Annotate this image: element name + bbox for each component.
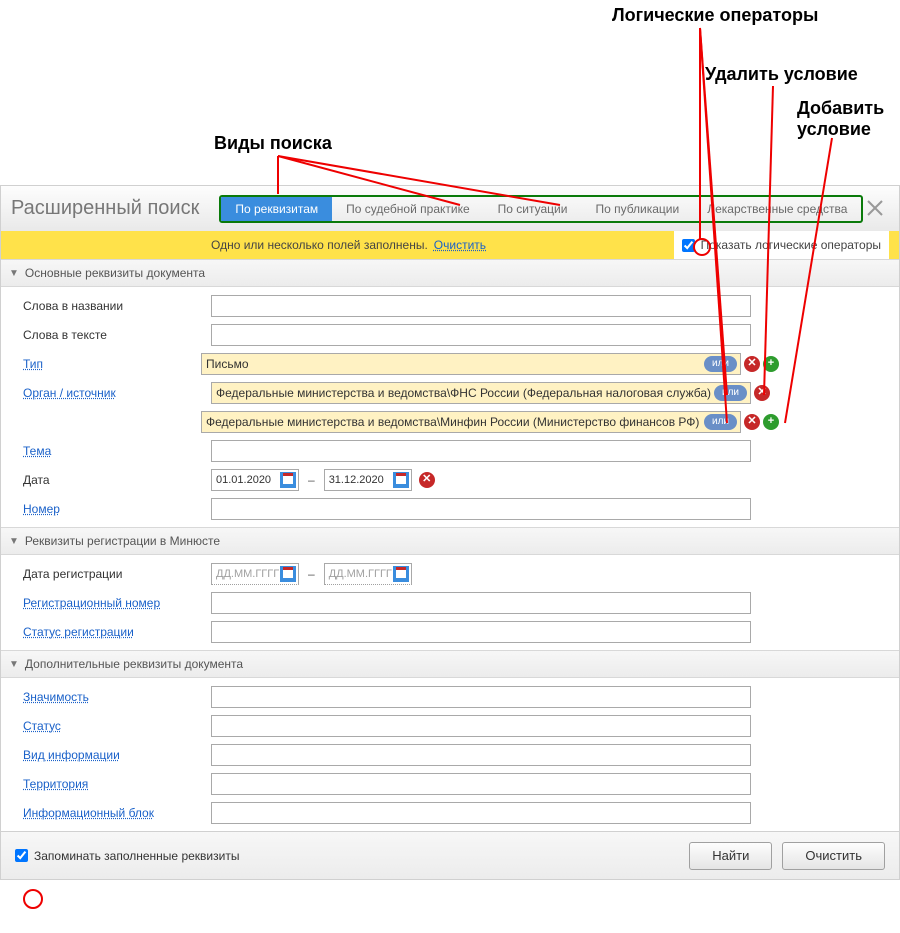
label-number[interactable]: Номер [1, 502, 211, 516]
notice-clear-link[interactable]: Очистить [434, 238, 486, 252]
label-words-title: Слова в названии [1, 299, 211, 313]
input-number[interactable] [211, 498, 751, 520]
collapse-icon: ▼ [9, 268, 19, 279]
annotation-logical-operators: Логические операторы [612, 5, 818, 26]
input-organ-2[interactable]: Федеральные министерства и ведомства\Мин… [201, 411, 741, 433]
section-registration[interactable]: ▼ Реквизиты регистрации в Минюсте [1, 527, 899, 555]
tab-situation[interactable]: По ситуации [484, 197, 582, 221]
label-status[interactable]: Статус [1, 719, 211, 733]
panel-footer: Запоминать заполненные реквизиты Найти О… [1, 831, 899, 879]
section-extra[interactable]: ▼ Дополнительные реквизиты документа [1, 650, 899, 678]
calendar-icon [280, 566, 296, 582]
or-badge[interactable]: или [714, 385, 747, 401]
close-button[interactable] [863, 196, 887, 220]
panel-header: Расширенный поиск По реквизитам По судеб… [1, 186, 899, 231]
input-reg-status[interactable] [211, 621, 751, 643]
show-logical-operators-label: Показать логические операторы [701, 238, 881, 252]
input-organ-1[interactable]: Федеральные министерства и ведомства\ФНС… [211, 382, 751, 404]
input-words-text[interactable] [211, 324, 751, 346]
dash: – [308, 473, 315, 487]
date-from[interactable]: 01.01.2020 [211, 469, 299, 491]
dash: – [308, 567, 315, 581]
find-button[interactable]: Найти [689, 842, 772, 870]
label-organ[interactable]: Орган / источник [1, 386, 211, 400]
input-info-type[interactable] [211, 744, 751, 766]
calendar-icon [393, 472, 409, 488]
advanced-search-panel: Расширенный поиск По реквизитам По судеб… [0, 185, 900, 880]
annotation-add-condition: Добавить условие [797, 98, 900, 140]
reg-date-to[interactable]: ДД.ММ.ГГГГ [324, 563, 412, 585]
section-main-requisites[interactable]: ▼ Основные реквизиты документа [1, 259, 899, 287]
input-importance[interactable] [211, 686, 751, 708]
label-info-type[interactable]: Вид информации [1, 748, 211, 762]
collapse-icon: ▼ [9, 536, 19, 547]
tab-publication[interactable]: По публикации [581, 197, 693, 221]
calendar-icon [393, 566, 409, 582]
panel-title: Расширенный поиск [11, 197, 199, 220]
input-type[interactable]: Письмо или [201, 353, 741, 375]
remember-label: Запоминать заполненные реквизиты [34, 849, 239, 863]
or-badge[interactable]: или [704, 356, 737, 372]
annotation-search-types: Виды поиска [214, 133, 332, 154]
section-main-label: Основные реквизиты документа [25, 266, 205, 280]
delete-date-button[interactable]: ✕ [419, 472, 435, 488]
tab-medicines[interactable]: Лекарственные средства [693, 197, 861, 221]
label-reg-date: Дата регистрации [1, 567, 211, 581]
input-words-title[interactable] [211, 295, 751, 317]
reg-date-from[interactable]: ДД.ММ.ГГГГ [211, 563, 299, 585]
annotation-delete-condition: Удалить условие [705, 64, 858, 85]
add-condition-button[interactable]: + [763, 356, 779, 372]
label-reg-status[interactable]: Статус регистрации [1, 625, 211, 639]
notice-text: Одно или несколько полей заполнены. [211, 238, 428, 252]
input-info-block[interactable] [211, 802, 751, 824]
value-organ-2: Федеральные министерства и ведомства\Мин… [206, 415, 699, 429]
value-type: Письмо [206, 357, 249, 371]
label-info-block[interactable]: Информационный блок [1, 806, 211, 820]
section-extra-label: Дополнительные реквизиты документа [25, 657, 243, 671]
label-territory[interactable]: Территория [1, 777, 211, 791]
show-logical-operators-wrap: Показать логические операторы [674, 231, 889, 259]
value-organ-1: Федеральные министерства и ведомства\ФНС… [216, 386, 711, 400]
input-status[interactable] [211, 715, 751, 737]
calendar-icon [280, 472, 296, 488]
tab-court-practice[interactable]: По судебной практике [332, 197, 483, 221]
delete-condition-button[interactable]: ✕ [754, 385, 770, 401]
label-words-text: Слова в тексте [1, 328, 211, 342]
label-type[interactable]: Тип [1, 357, 201, 371]
remember-wrap: Запоминать заполненные реквизиты [15, 849, 239, 863]
delete-condition-button[interactable]: ✕ [744, 356, 760, 372]
delete-condition-button[interactable]: ✕ [744, 414, 760, 430]
input-theme[interactable] [211, 440, 751, 462]
search-tabs: По реквизитам По судебной практике По си… [219, 195, 863, 223]
label-importance[interactable]: Значимость [1, 690, 211, 704]
close-icon [865, 198, 885, 218]
clear-button[interactable]: Очистить [782, 842, 885, 870]
remember-checkbox[interactable] [15, 849, 28, 862]
section-reg-label: Реквизиты регистрации в Минюсте [25, 534, 220, 548]
label-date: Дата [1, 473, 211, 487]
date-to[interactable]: 31.12.2020 [324, 469, 412, 491]
add-condition-button[interactable]: + [763, 414, 779, 430]
label-reg-number[interactable]: Регистрационный номер [1, 596, 211, 610]
highlight-circle-checkbox-bottom [23, 889, 43, 909]
input-territory[interactable] [211, 773, 751, 795]
notice-bar: Одно или несколько полей заполнены. Очис… [1, 231, 899, 259]
tab-requisites[interactable]: По реквизитам [221, 197, 332, 221]
show-logical-operators-checkbox[interactable] [682, 239, 695, 252]
label-theme[interactable]: Тема [1, 444, 211, 458]
collapse-icon: ▼ [9, 659, 19, 670]
or-badge[interactable]: или [704, 414, 737, 430]
input-reg-number[interactable] [211, 592, 751, 614]
